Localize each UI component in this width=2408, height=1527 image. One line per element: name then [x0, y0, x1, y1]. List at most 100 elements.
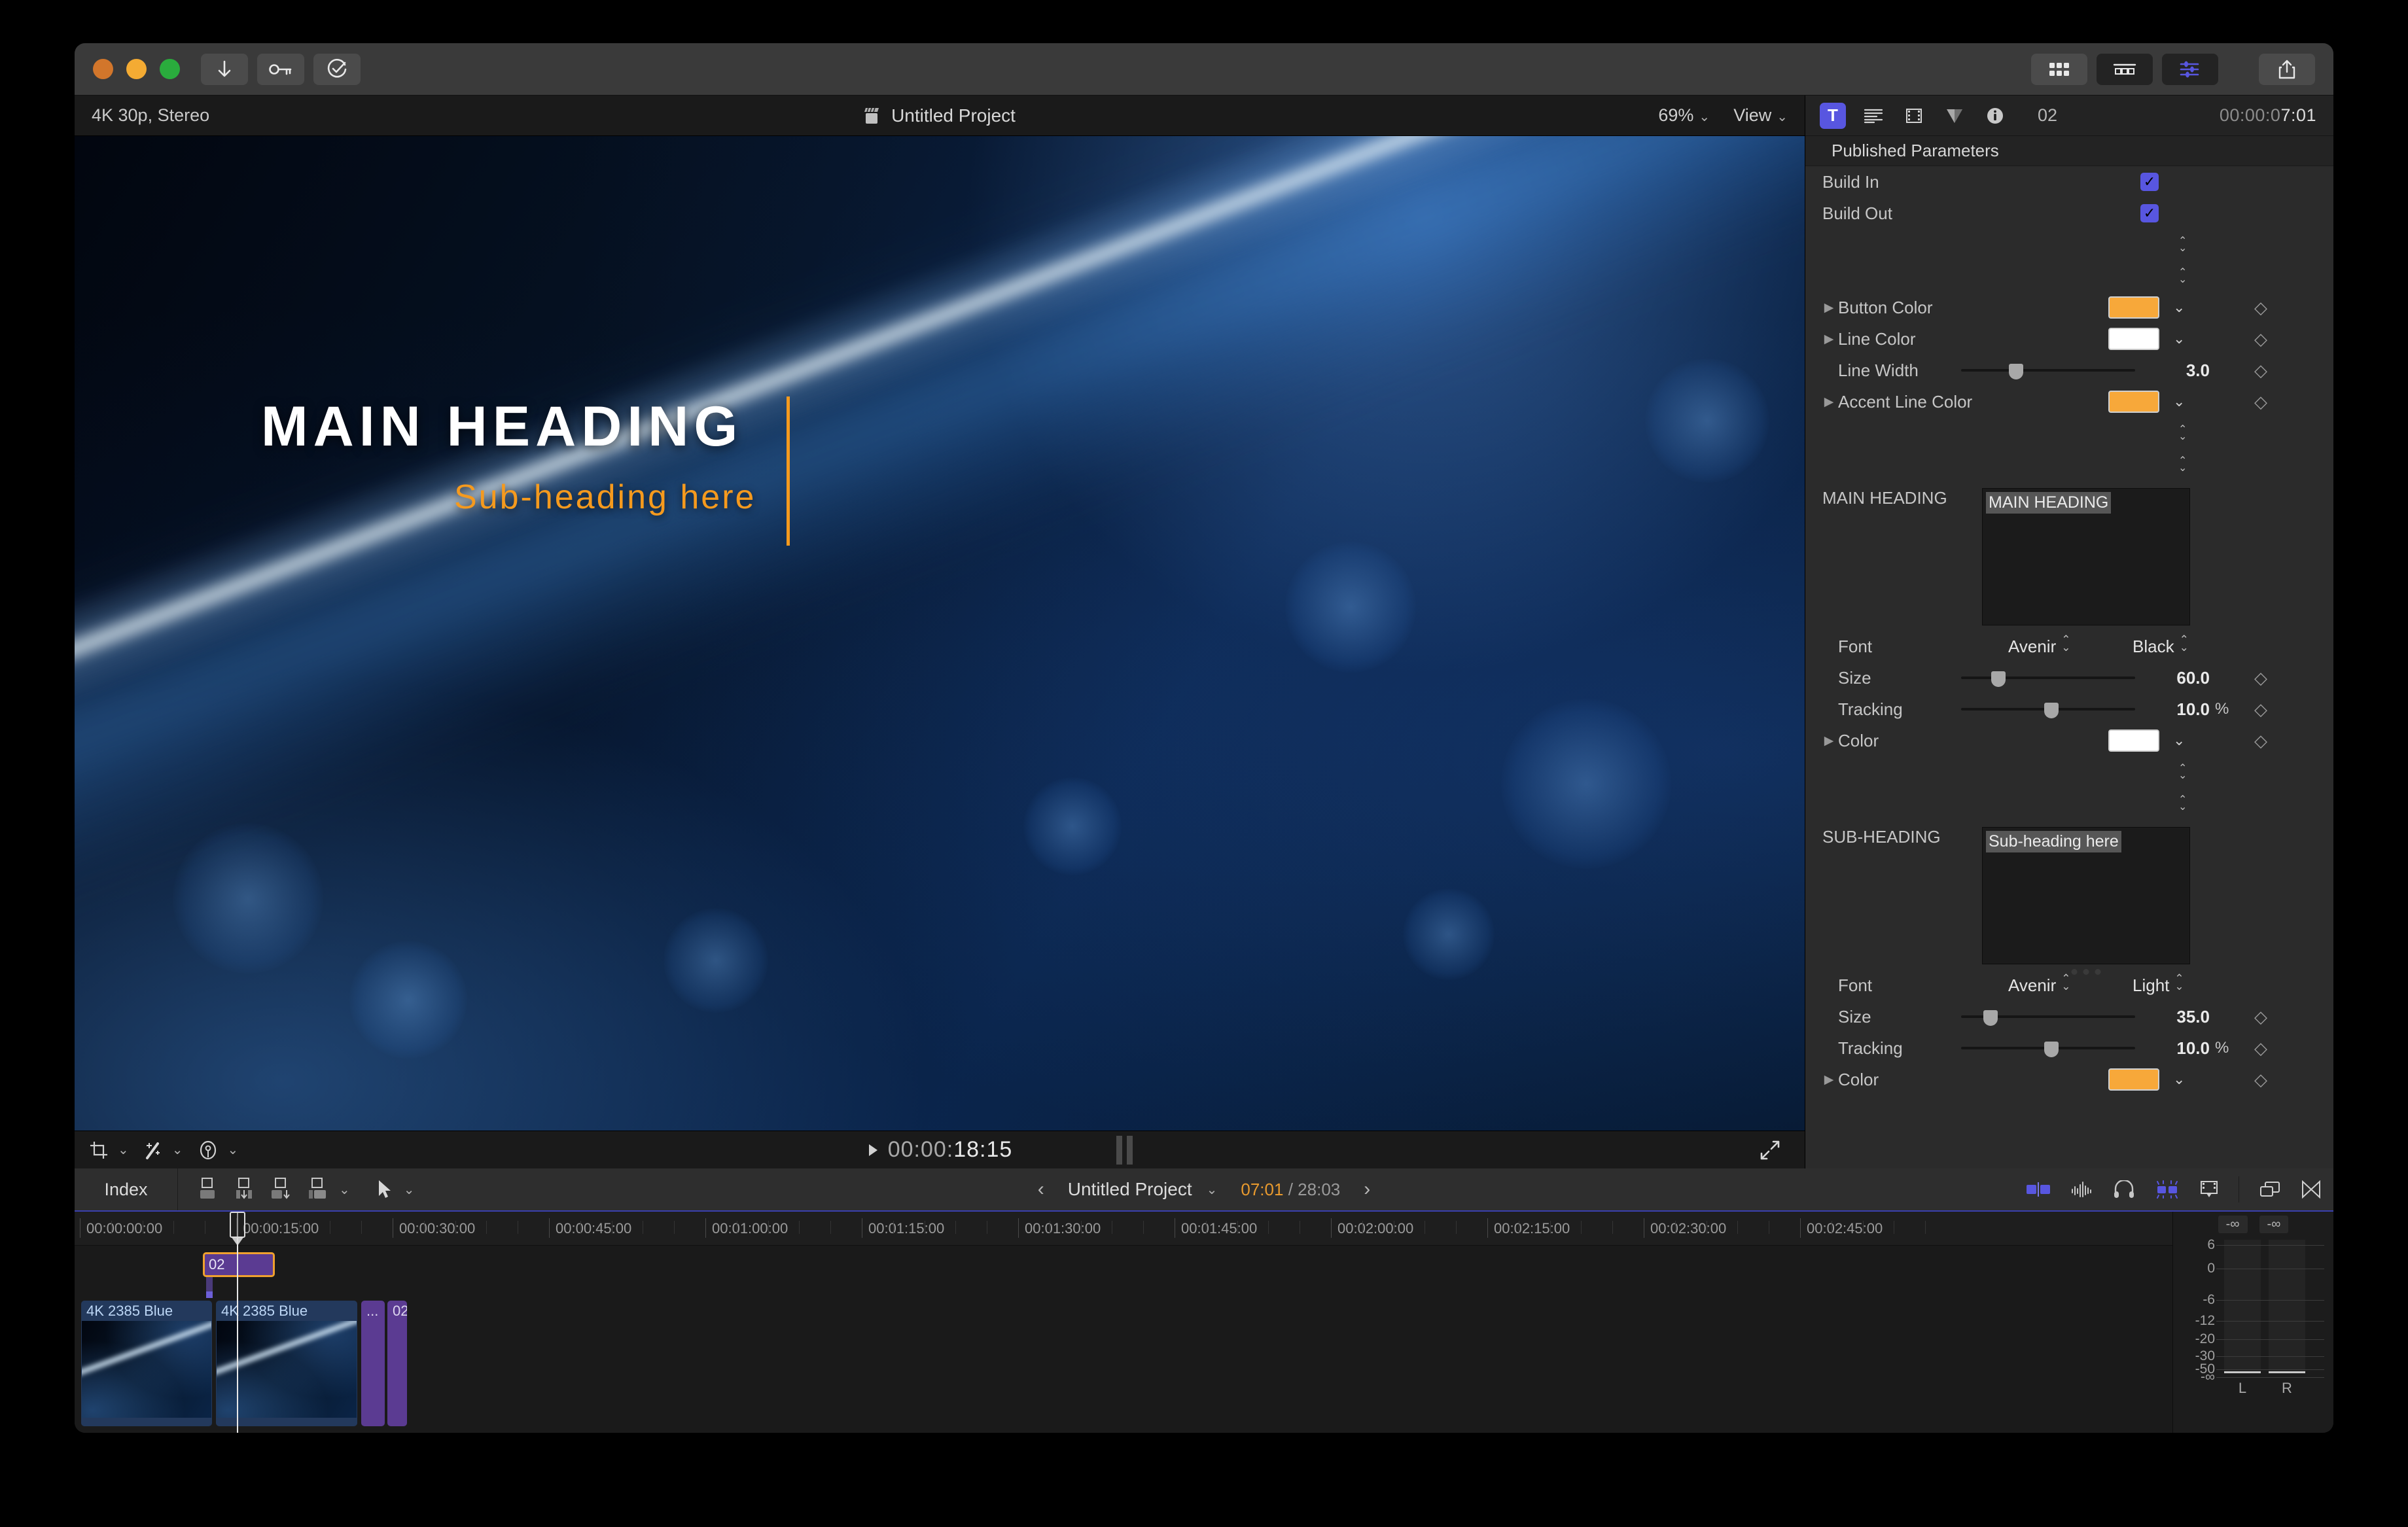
select-tool-icon[interactable]: ⌄ — [376, 1179, 415, 1200]
viewer-timecode[interactable]: 00:00:18:15 — [888, 1137, 1013, 1163]
chevron-down-icon[interactable]: ⌄ — [2173, 299, 2185, 316]
next-project-button[interactable]: › — [1364, 1178, 1370, 1201]
sub-heading-size-value[interactable]: 35.0 — [2144, 1007, 2210, 1027]
sub-heading-size-slider[interactable] — [1961, 1006, 2135, 1028]
filmstrip-icon[interactable] — [2097, 53, 2153, 85]
tab-video[interactable] — [1901, 103, 1927, 129]
main-heading-size-slider[interactable] — [1961, 667, 2135, 689]
share-icon[interactable] — [2259, 53, 2315, 85]
skimming-icon[interactable] — [2025, 1181, 2051, 1198]
sub-heading-font-style-popup[interactable]: Light ⌃ ⌄ — [2133, 973, 2184, 996]
sliders-icon[interactable] — [2162, 53, 2218, 85]
main-heading-tracking-unit: % — [2215, 700, 2229, 718]
disclosure-triangle-icon[interactable]: ▶ — [1822, 1072, 1835, 1087]
minimize-window-button[interactable] — [126, 59, 147, 79]
timeline-canvas[interactable]: 00:00:00:00 00:00:15:00 00:00:30:00 00:00:4… — [75, 1212, 2172, 1433]
zoom-level-popup[interactable]: 69% ⌄ — [1658, 105, 1710, 126]
keyframe-icon[interactable]: ◇ — [2254, 360, 2267, 381]
stepper-icon[interactable]: ⌃ ⌄ — [2178, 795, 2187, 813]
chevron-down-icon[interactable]: ⌄ — [2173, 330, 2185, 347]
stepper-icon[interactable]: ⌃ ⌄ — [2178, 425, 2187, 442]
transform-icon[interactable]: ⌄ — [143, 1140, 183, 1161]
audio-skimming-icon[interactable] — [2071, 1181, 2093, 1198]
key-icon[interactable] — [257, 53, 304, 85]
stepper-icon[interactable]: ⌃ ⌄ — [2178, 764, 2187, 781]
chevron-down-icon[interactable]: ⌄ — [2173, 393, 2185, 410]
playhead-handle[interactable] — [230, 1212, 245, 1238]
main-heading-tracking-slider[interactable] — [1961, 698, 2135, 720]
tab-info[interactable] — [1982, 103, 2008, 129]
chevron-down-icon[interactable]: ⌄ — [2173, 732, 2185, 749]
keyframe-icon[interactable]: ◇ — [2254, 298, 2267, 318]
connect-icon[interactable] — [196, 1177, 219, 1202]
tab-paragraph[interactable] — [1860, 103, 1886, 129]
line-color-swatch[interactable] — [2108, 328, 2159, 350]
keyframe-icon[interactable]: ◇ — [2254, 1007, 2267, 1027]
close-window-button[interactable] — [93, 59, 113, 79]
index-button[interactable]: Index — [75, 1168, 178, 1210]
overwrite-icon[interactable]: ⌄ — [306, 1177, 350, 1202]
timeline-project-popup[interactable]: Untitled Project ⌄ — [1068, 1179, 1218, 1200]
main-heading-tracking-value[interactable]: 10.0 — [2144, 699, 2210, 720]
sub-heading-font-family-popup[interactable]: Avenir ⌃ ⌄ — [2008, 973, 2070, 996]
disclosure-triangle-icon[interactable]: ▶ — [1822, 332, 1835, 347]
keyframe-icon[interactable]: ◇ — [2254, 1070, 2267, 1090]
ruler-minor-tick — [893, 1221, 894, 1234]
line-width-value[interactable]: 3.0 — [2144, 360, 2210, 381]
check-circle-icon[interactable] — [313, 53, 361, 85]
arrow-down-icon[interactable] — [201, 53, 248, 85]
snapping-icon[interactable] — [2155, 1180, 2180, 1199]
sub-heading-tracking-slider[interactable] — [1961, 1037, 2135, 1059]
sub-heading-color-swatch[interactable] — [2108, 1068, 2159, 1091]
purple-clip-2[interactable]: 02 — [387, 1301, 407, 1426]
keyframe-icon[interactable]: ◇ — [2254, 731, 2267, 751]
timeline-clips-area[interactable]: 02 4K 2385 Blue 4K 2385 Blue ... 02 — [75, 1246, 2172, 1433]
stepper-icon[interactable]: ⌃ ⌄ — [2178, 236, 2187, 254]
disclosure-triangle-icon[interactable]: ▶ — [1822, 733, 1835, 748]
playhead[interactable] — [230, 1212, 245, 1433]
keyframe-icon[interactable]: ◇ — [2254, 668, 2267, 688]
maximize-window-button[interactable] — [160, 59, 180, 79]
keyframe-icon[interactable]: ◇ — [2254, 329, 2267, 349]
purple-clip-1[interactable]: ... — [361, 1301, 385, 1426]
viewer-canvas[interactable]: MAIN HEADING Sub-heading here — [75, 136, 1805, 1131]
chevron-down-icon[interactable]: ⌄ — [2173, 1071, 2185, 1088]
sub-heading-text-field[interactable]: Sub-heading here — [1982, 827, 2190, 975]
tab-text[interactable]: T — [1820, 102, 1846, 129]
keyframe-icon[interactable]: ◇ — [2254, 699, 2267, 720]
crop-icon[interactable]: ⌄ — [89, 1140, 129, 1160]
main-heading-size-value[interactable]: 60.0 — [2144, 668, 2210, 688]
button-color-swatch[interactable] — [2108, 296, 2159, 319]
previous-project-button[interactable]: ‹ — [1038, 1178, 1044, 1201]
main-heading-text-field[interactable]: MAIN HEADING — [1982, 488, 2190, 625]
stepper-icon[interactable]: ⌃ ⌄ — [2178, 268, 2187, 285]
title-clip-selected[interactable]: 02 — [203, 1252, 275, 1277]
main-heading-color-swatch[interactable] — [2108, 729, 2159, 752]
window-icon[interactable] — [2259, 1180, 2281, 1199]
solo-icon[interactable] — [2113, 1180, 2135, 1199]
disclosure-triangle-icon[interactable]: ▶ — [1822, 395, 1835, 410]
disclosure-triangle-icon[interactable]: ▶ — [1822, 300, 1835, 315]
keyframe-icon[interactable]: ◇ — [2254, 392, 2267, 412]
line-width-slider[interactable] — [1961, 359, 2135, 381]
filmstrip-view-icon[interactable] — [2199, 1180, 2219, 1199]
append-icon[interactable] — [270, 1177, 292, 1202]
video-clip-1[interactable]: 4K 2385 Blue — [81, 1301, 212, 1426]
keyframe-icon[interactable]: ◇ — [2254, 1038, 2267, 1059]
build-out-checkbox[interactable]: ✓ — [2140, 204, 2159, 222]
sub-heading-tracking-value[interactable]: 10.0 — [2144, 1038, 2210, 1059]
tab-generator[interactable] — [1941, 103, 1968, 129]
color-board-icon[interactable]: ⌄ — [198, 1140, 238, 1161]
main-heading-font-family-popup[interactable]: Avenir ⌃ ⌄ — [2008, 634, 2070, 657]
grid-icon[interactable] — [2031, 53, 2087, 85]
accent-line-color-swatch[interactable] — [2108, 391, 2159, 413]
timeline-ruler[interactable]: 00:00:00:00 00:00:15:00 00:00:30:00 00:00:4… — [75, 1212, 2172, 1246]
insert-icon[interactable] — [233, 1177, 255, 1202]
view-popup[interactable]: View ⌄ — [1733, 105, 1788, 126]
expand-viewer-icon[interactable] — [1759, 1139, 1781, 1161]
build-in-checkbox[interactable]: ✓ — [2140, 173, 2159, 191]
stepper-icon[interactable]: ⌃ ⌄ — [2178, 456, 2187, 474]
audio-meters[interactable]: -∞ -∞ L R 6 0 -6 -12 -20 -30 -50 -∞ — [2172, 1212, 2333, 1433]
main-heading-font-style-popup[interactable]: Black ⌃ ⌄ — [2133, 634, 2189, 657]
effects-icon[interactable] — [2301, 1180, 2322, 1199]
